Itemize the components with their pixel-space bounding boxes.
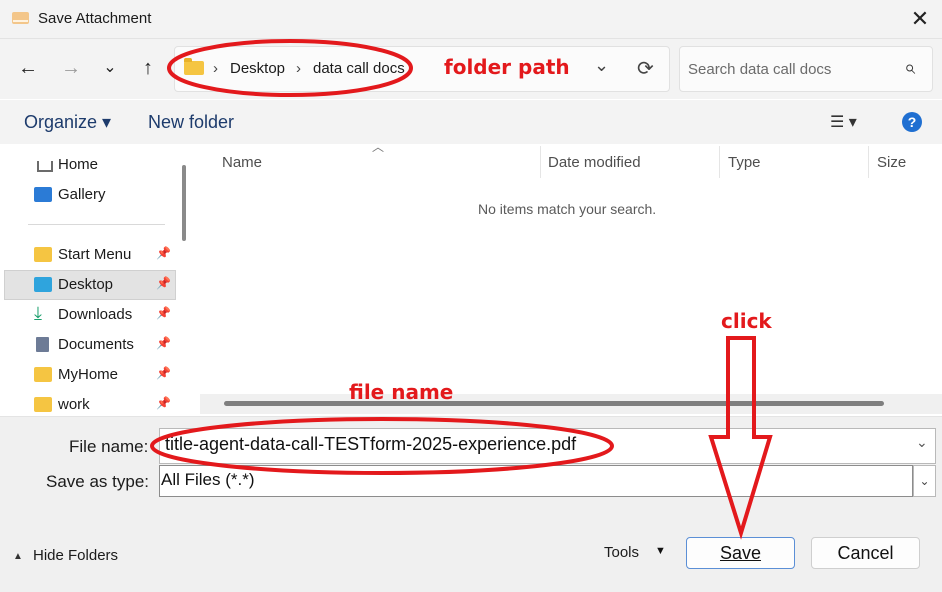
- folder-path-ellipse: [167, 39, 413, 97]
- click-annotation: click: [721, 309, 772, 333]
- file-name-ellipse: [150, 417, 614, 475]
- file-name-annotation: file name: [349, 380, 454, 404]
- folder-path-annotation: folder path: [444, 55, 570, 79]
- annotation-overlay: [150, 39, 773, 540]
- click-arrow: [708, 336, 773, 540]
